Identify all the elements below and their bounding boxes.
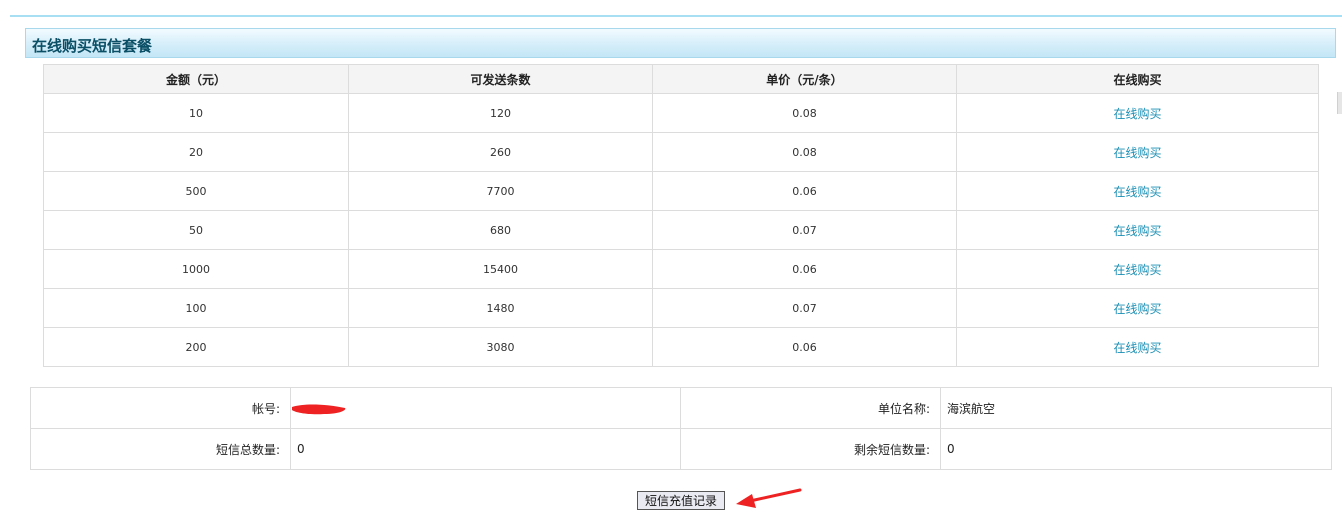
column-header-amount: 金额（元） bbox=[43, 64, 349, 94]
count-cell: 3080 bbox=[348, 327, 653, 367]
redaction-stroke bbox=[292, 404, 346, 415]
account-row: 帐号: 单位名称: 海滨航空 bbox=[30, 387, 1332, 429]
amount-cell: 200 bbox=[43, 327, 349, 367]
table-header-row: 金额（元） 可发送条数 单价（元/条） 在线购买 bbox=[43, 64, 1319, 94]
unit-name-value: 海滨航空 bbox=[940, 387, 1332, 429]
remaining-sms-label: 剩余短信数量: bbox=[680, 428, 941, 470]
sms-package-table: 金额（元） 可发送条数 单价（元/条） 在线购买 10 120 0.08 在线购… bbox=[43, 64, 1319, 367]
table-row: 200 3080 0.06 在线购买 bbox=[43, 327, 1319, 367]
count-cell: 260 bbox=[348, 132, 653, 172]
buy-online-link[interactable]: 在线购买 bbox=[1113, 146, 1161, 160]
buy-online-link[interactable]: 在线购买 bbox=[1113, 302, 1161, 316]
price-cell: 0.06 bbox=[652, 327, 957, 367]
price-cell: 0.07 bbox=[652, 210, 957, 250]
arrow-annotation-icon bbox=[736, 488, 802, 508]
amount-cell: 10 bbox=[43, 93, 349, 133]
table-row: 1000 15400 0.06 在线购买 bbox=[43, 249, 1319, 289]
total-sms-label: 短信总数量: bbox=[30, 428, 291, 470]
account-label: 帐号: bbox=[30, 387, 291, 429]
sms-recharge-record-button[interactable]: 短信充值记录 bbox=[637, 491, 725, 510]
table-row: 500 7700 0.06 在线购买 bbox=[43, 171, 1319, 211]
count-cell: 680 bbox=[348, 210, 653, 250]
amount-cell: 100 bbox=[43, 288, 349, 328]
arrow-head bbox=[736, 494, 756, 508]
total-sms-value: 0 bbox=[290, 428, 681, 470]
scrollbar-thumb[interactable] bbox=[1337, 92, 1342, 114]
buy-online-link[interactable]: 在线购买 bbox=[1113, 107, 1161, 121]
table-row: 100 1480 0.07 在线购买 bbox=[43, 288, 1319, 328]
amount-cell: 50 bbox=[43, 210, 349, 250]
remaining-sms-value: 0 bbox=[940, 428, 1332, 470]
buy-cell: 在线购买 bbox=[956, 288, 1319, 328]
top-divider bbox=[10, 15, 1342, 17]
quantity-row: 短信总数量: 0 剩余短信数量: 0 bbox=[30, 428, 1332, 470]
account-info-table: 帐号: 单位名称: 海滨航空 短信总数量: 0 剩余短信数量: 0 bbox=[30, 387, 1332, 470]
count-cell: 15400 bbox=[348, 249, 653, 289]
buy-cell: 在线购买 bbox=[956, 327, 1319, 367]
unit-name-label: 单位名称: bbox=[680, 387, 941, 429]
price-cell: 0.08 bbox=[652, 93, 957, 133]
arrow-shaft bbox=[748, 488, 802, 503]
buy-cell: 在线购买 bbox=[956, 171, 1319, 211]
buy-online-link[interactable]: 在线购买 bbox=[1113, 224, 1161, 238]
amount-cell: 1000 bbox=[43, 249, 349, 289]
buy-cell: 在线购买 bbox=[956, 93, 1319, 133]
buy-online-link[interactable]: 在线购买 bbox=[1113, 185, 1161, 199]
panel-header: 在线购买短信套餐 bbox=[25, 28, 1336, 58]
price-cell: 0.06 bbox=[652, 171, 957, 211]
table-row: 10 120 0.08 在线购买 bbox=[43, 93, 1319, 133]
price-cell: 0.06 bbox=[652, 249, 957, 289]
buy-cell: 在线购买 bbox=[956, 132, 1319, 172]
page-title: 在线购买短信套餐 bbox=[32, 37, 153, 55]
buy-cell: 在线购买 bbox=[956, 249, 1319, 289]
buy-online-link[interactable]: 在线购买 bbox=[1113, 263, 1161, 277]
table-row: 20 260 0.08 在线购买 bbox=[43, 132, 1319, 172]
price-cell: 0.08 bbox=[652, 132, 957, 172]
table-row: 50 680 0.07 在线购买 bbox=[43, 210, 1319, 250]
amount-cell: 20 bbox=[43, 132, 349, 172]
count-cell: 120 bbox=[348, 93, 653, 133]
account-value bbox=[290, 387, 681, 429]
amount-cell: 500 bbox=[43, 171, 349, 211]
count-cell: 7700 bbox=[348, 171, 653, 211]
account-redaction-mark bbox=[292, 404, 346, 415]
buy-online-link[interactable]: 在线购买 bbox=[1113, 341, 1161, 355]
buy-cell: 在线购买 bbox=[956, 210, 1319, 250]
column-header-count: 可发送条数 bbox=[348, 64, 653, 94]
count-cell: 1480 bbox=[348, 288, 653, 328]
price-cell: 0.07 bbox=[652, 288, 957, 328]
column-header-price: 单价（元/条） bbox=[652, 64, 957, 94]
column-header-buy: 在线购买 bbox=[956, 64, 1319, 94]
